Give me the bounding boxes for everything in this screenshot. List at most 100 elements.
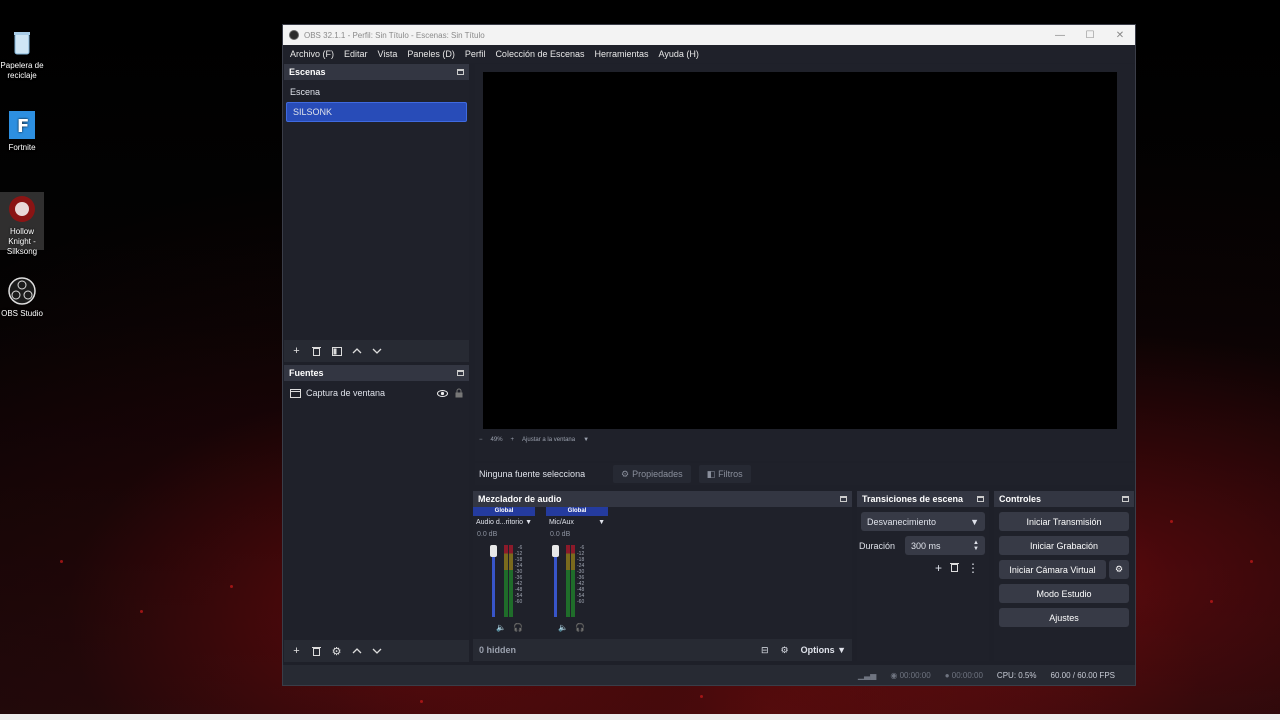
desktop-icon-fortnite[interactable]: F Fortnite — [0, 110, 44, 153]
headphones-icon[interactable]: 🎧 — [513, 623, 523, 632]
channel-name-dropdown[interactable]: Audio d...ritorio ▼ — [473, 516, 535, 529]
sources-title: Fuentes — [289, 368, 324, 378]
menu-scene-collection[interactable]: Colección de Escenas — [490, 49, 589, 59]
options-button[interactable]: Options ▼ — [801, 645, 846, 655]
transition-actions: + ⋮ — [857, 561, 979, 575]
move-down-icon[interactable] — [368, 643, 385, 659]
desktop-icon-label: Fortnite — [8, 143, 36, 152]
scene-filter-icon[interactable] — [328, 343, 345, 359]
scenes-title: Escenas — [289, 67, 326, 77]
fortnite-icon: F — [8, 110, 36, 140]
desktop-icon-label: Silksong — [6, 247, 38, 256]
stream-status: ◉ 00:00:00 — [890, 671, 930, 680]
duration-value: 300 ms — [911, 540, 941, 551]
preview-zoom-bar: − 49% + Ajustar a la ventana ▼ — [479, 437, 589, 443]
more-options-icon[interactable]: ⋮ — [967, 561, 979, 575]
menu-tools[interactable]: Herramientas — [590, 49, 654, 59]
stream-icon: ◉ — [890, 670, 898, 680]
minimize-button[interactable]: — — [1045, 30, 1075, 41]
add-scene-icon[interactable]: + — [288, 343, 305, 359]
move-down-icon[interactable] — [368, 343, 385, 359]
mixer-channel-mic-aux: Global Mic/Aux ▼ 0.0 dB -6 -12 -18 -24 -30 -3… — [546, 507, 608, 635]
scene-item[interactable]: Escena — [284, 82, 469, 102]
transitions-dock: Transiciones de escena Desvanecimiento ▼… — [857, 491, 989, 661]
channel-volume-db: 0.0 dB — [550, 531, 571, 538]
mixer-toolbar-actions: ⊟ ⚙ Options ▼ — [761, 645, 846, 656]
fit-to-window-label[interactable]: Ajustar a la ventana — [522, 437, 575, 443]
filters-label: Filtros — [718, 469, 743, 479]
program-preview[interactable] — [483, 72, 1117, 429]
dropdown-arrow-icon: ▼ — [970, 516, 979, 527]
headphones-icon[interactable]: 🎧 — [575, 623, 585, 632]
desktop-icon-label: Papelera de — [0, 61, 44, 70]
channel-name-dropdown[interactable]: Mic/Aux ▼ — [546, 516, 608, 529]
meter-tick-label: -60 — [515, 599, 523, 605]
channel-name: Mic/Aux — [549, 519, 574, 526]
advanced-audio-gear-icon[interactable]: ⚙ — [781, 645, 789, 656]
volume-fader-knob[interactable] — [490, 545, 497, 557]
remove-transition-icon[interactable] — [950, 561, 959, 575]
undock-icon[interactable] — [457, 370, 464, 376]
virtual-cam-row: Iniciar Cámara Virtual ⚙ — [999, 560, 1129, 579]
cpu-usage: CPU: 0.5% — [996, 670, 1037, 680]
speaker-icon[interactable]: 🔈 — [558, 623, 568, 632]
move-up-icon[interactable] — [348, 343, 365, 359]
menu-view[interactable]: Vista — [373, 49, 403, 59]
zoom-dropdown-icon[interactable]: ▼ — [583, 437, 589, 443]
start-recording-button[interactable]: Iniciar Grabación — [999, 536, 1129, 555]
undock-icon[interactable] — [457, 69, 464, 75]
remove-scene-icon[interactable] — [308, 343, 325, 359]
start-virtual-camera-button[interactable]: Iniciar Cámara Virtual — [999, 560, 1106, 579]
menu-profile[interactable]: Perfil — [460, 49, 491, 59]
menu-file[interactable]: Archivo (F) — [285, 49, 339, 59]
settings-button[interactable]: Ajustes — [999, 608, 1129, 627]
desktop-icon-recycle-bin[interactable]: Papelera de reciclaje — [0, 28, 44, 81]
add-transition-icon[interactable]: + — [935, 561, 942, 575]
maximize-button[interactable]: ☐ — [1075, 30, 1105, 41]
transition-type-select[interactable]: Desvanecimiento ▼ — [861, 512, 985, 531]
controls-header: Controles — [994, 491, 1134, 507]
remove-source-icon[interactable] — [308, 643, 325, 659]
layout-toggle-icon[interactable]: ⊟ — [761, 645, 769, 656]
duration-spinbox[interactable]: 300 ms ▲ ▼ — [905, 536, 985, 555]
undock-icon[interactable] — [977, 496, 984, 502]
scenes-list: Escena SILSONK — [284, 80, 469, 340]
taskbar — [0, 714, 1280, 720]
move-up-icon[interactable] — [348, 643, 365, 659]
menu-edit[interactable]: Editar — [339, 49, 373, 59]
audio-mixer-header: Mezclador de audio — [473, 491, 852, 507]
undock-icon[interactable] — [840, 496, 847, 502]
source-properties-gear-icon[interactable]: ⚙ — [328, 643, 345, 659]
scene-item-selected[interactable]: SILSONK — [286, 102, 467, 122]
desktop-icon-label: reciclaje — [7, 71, 37, 80]
close-button[interactable]: ✕ — [1105, 30, 1135, 41]
properties-button[interactable]: ⚙ Propiedades — [613, 465, 691, 483]
start-streaming-button[interactable]: Iniciar Transmisión — [999, 512, 1129, 531]
menu-docks[interactable]: Paneles (D) — [402, 49, 460, 59]
undock-icon[interactable] — [1122, 496, 1129, 502]
lock-icon[interactable] — [455, 388, 463, 398]
channel-volume-db: 0.0 dB — [477, 531, 498, 538]
controls-dock: Controles Iniciar Transmisión Iniciar Gr… — [994, 491, 1134, 661]
studio-mode-button[interactable]: Modo Estudio — [999, 584, 1129, 603]
fps-readout: 60.00 / 60.00 FPS — [1050, 670, 1116, 680]
menu-help[interactable]: Ayuda (H) — [654, 49, 704, 59]
scenes-dock-header: Escenas — [284, 64, 469, 80]
desktop-icon-obs[interactable]: OBS Studio — [0, 276, 44, 319]
controls-title: Controles — [999, 494, 1042, 504]
zoom-out-button[interactable]: − — [479, 437, 483, 443]
record-icon: ● — [944, 670, 950, 680]
virtual-camera-gear-icon[interactable]: ⚙ — [1109, 560, 1129, 579]
volume-fader-knob[interactable] — [552, 545, 559, 557]
desktop-icon-silksong[interactable]: Hollow Knight - Silksong — [0, 192, 44, 256]
eye-icon[interactable] — [437, 389, 448, 397]
speaker-icon[interactable]: 🔈 — [496, 623, 506, 632]
source-item[interactable]: Captura de ventana — [284, 383, 469, 403]
title-bar: OBS 32.1.1 - Perfil: Sin Título - Escena… — [283, 25, 1135, 45]
mixer-channel-desktop-audio: Global Audio d...ritorio ▼ 0.0 dB -6 -12-… — [473, 507, 535, 635]
filters-button[interactable]: ◧ Filtros — [698, 465, 751, 483]
desktop-icon-label: OBS Studio — [1, 309, 43, 318]
transition-type-value: Desvanecimiento — [867, 516, 937, 527]
add-source-icon[interactable]: + — [288, 643, 305, 659]
zoom-in-button[interactable]: + — [511, 437, 515, 443]
